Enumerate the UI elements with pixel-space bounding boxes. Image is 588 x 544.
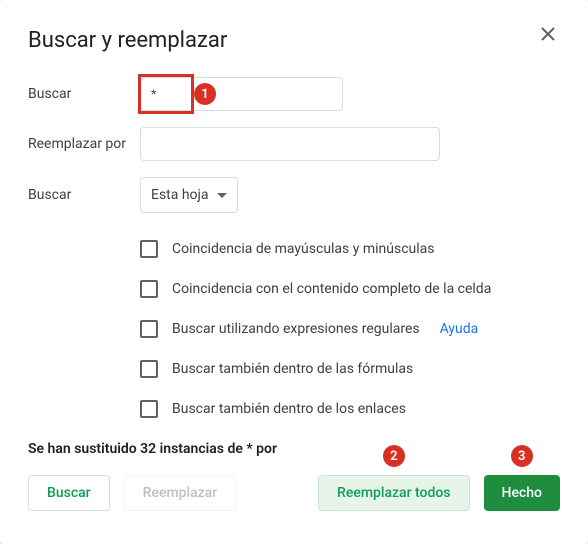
- dialog-title: Buscar y reemplazar: [28, 28, 560, 53]
- find-button[interactable]: Buscar: [28, 475, 110, 511]
- replace-all-button[interactable]: Reemplazar todos: [318, 475, 470, 511]
- close-icon: [541, 27, 555, 41]
- done-button[interactable]: Hecho: [484, 475, 560, 511]
- option-match-entire-label: Coincidencia con el contenido completo d…: [172, 281, 491, 297]
- checkbox-match-case[interactable]: [140, 240, 158, 258]
- checkbox-in-formulas[interactable]: [140, 360, 158, 378]
- checkbox-in-links[interactable]: [140, 400, 158, 418]
- find-replace-dialog: Buscar y reemplazar Buscar 1 Reemplazar …: [0, 0, 588, 544]
- search-label: Buscar: [28, 86, 140, 102]
- replace-input[interactable]: [140, 127, 440, 161]
- scope-label: Buscar: [28, 187, 140, 203]
- option-match-case-label: Coincidencia de mayúsculas y minúsculas: [172, 241, 435, 257]
- replace-label: Reemplazar por: [28, 136, 140, 152]
- scope-selected-value: Esta hoja: [151, 187, 209, 203]
- option-use-regex-label: Buscar utilizando expresiones regulares: [172, 321, 420, 337]
- status-text: Se han sustituido 32 instancias de * por: [28, 441, 560, 457]
- replace-button: Reemplazar: [124, 475, 237, 511]
- chevron-down-icon: [217, 193, 227, 198]
- option-in-links-label: Buscar también dentro de los enlaces: [172, 401, 406, 417]
- regex-help-link[interactable]: Ayuda: [440, 321, 479, 337]
- option-in-formulas-label: Buscar también dentro de las fórmulas: [172, 361, 413, 377]
- search-input[interactable]: [140, 77, 343, 111]
- close-button[interactable]: [536, 22, 560, 46]
- checkbox-use-regex[interactable]: [140, 320, 158, 338]
- scope-dropdown[interactable]: Esta hoja: [140, 177, 238, 213]
- checkbox-match-entire[interactable]: [140, 280, 158, 298]
